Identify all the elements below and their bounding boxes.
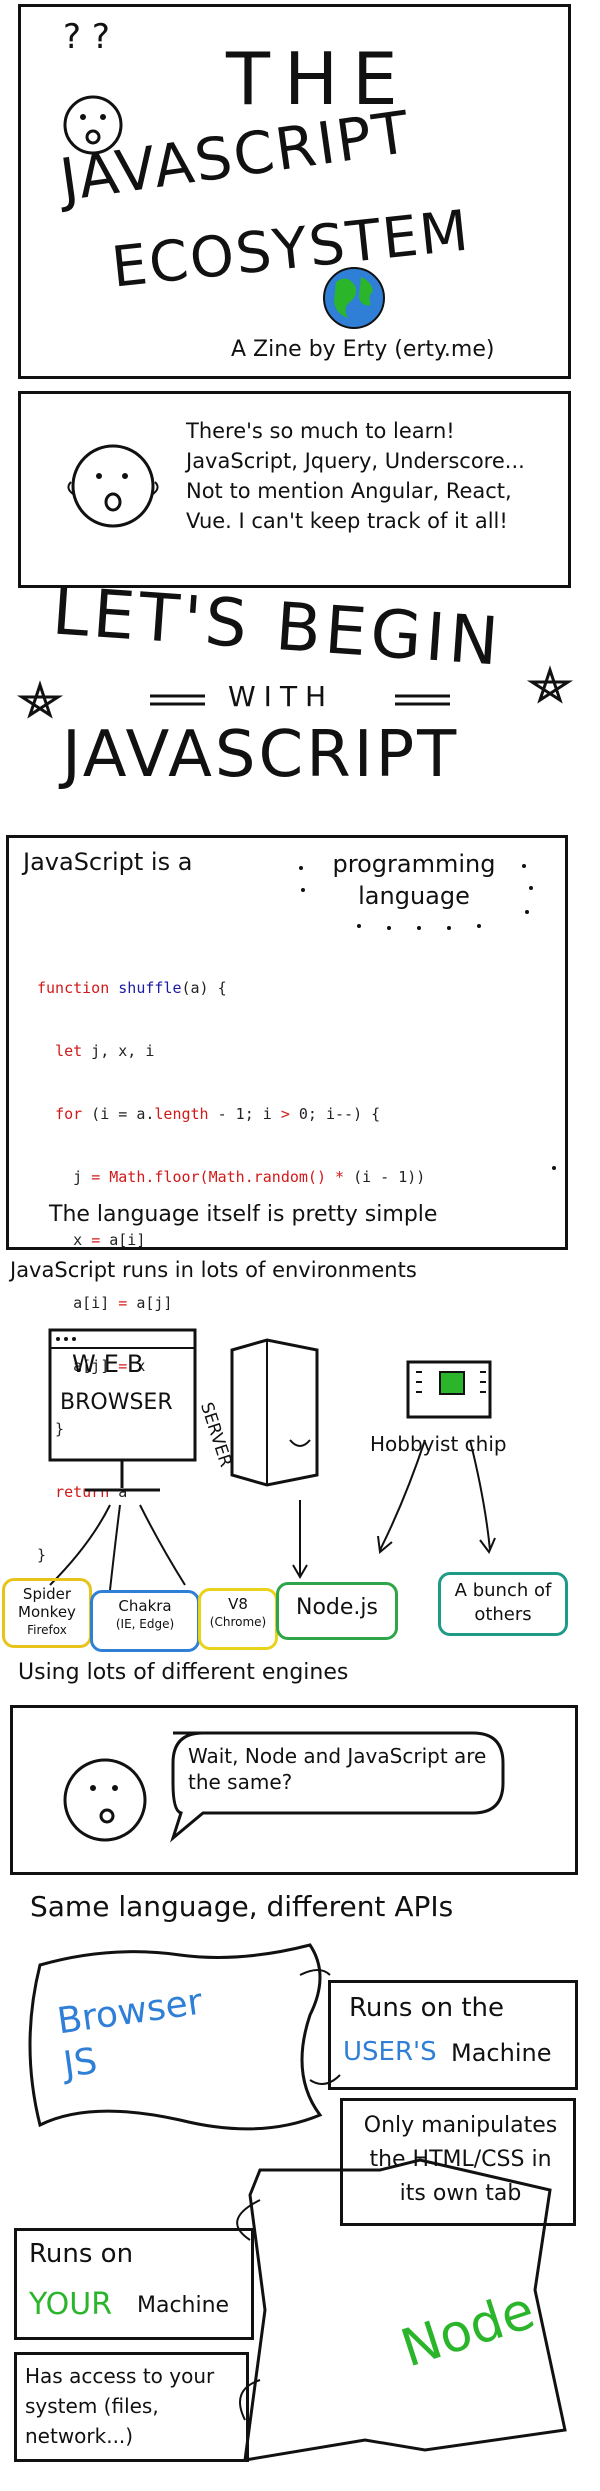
system-access-text: Has access to your system (files, networ… bbox=[25, 2364, 215, 2448]
runs-on-user-box: Runs on the USER'S Machine bbox=[328, 1980, 578, 2090]
node-runs-prefix: Runs on bbox=[29, 2239, 134, 2269]
system-access-box: Has access to your system (files, networ… bbox=[14, 2352, 249, 2462]
runs-on-prefix: Runs on the bbox=[349, 1993, 504, 2023]
only-manipulates-box: Only manipulates the HTML/CSS in its own… bbox=[340, 2098, 576, 2226]
only-manipulates-text: Only manipulates the HTML/CSS in its own… bbox=[363, 2113, 558, 2206]
runs-on-highlight: USER'S bbox=[343, 2037, 437, 2067]
runs-on-suffix: Machine bbox=[451, 2039, 552, 2067]
runs-on-your-box: Runs on YOUR Machine bbox=[14, 2228, 254, 2340]
node-runs-highlight: YOUR bbox=[29, 2287, 113, 2322]
node-runs-suffix: Machine bbox=[137, 2293, 230, 2318]
